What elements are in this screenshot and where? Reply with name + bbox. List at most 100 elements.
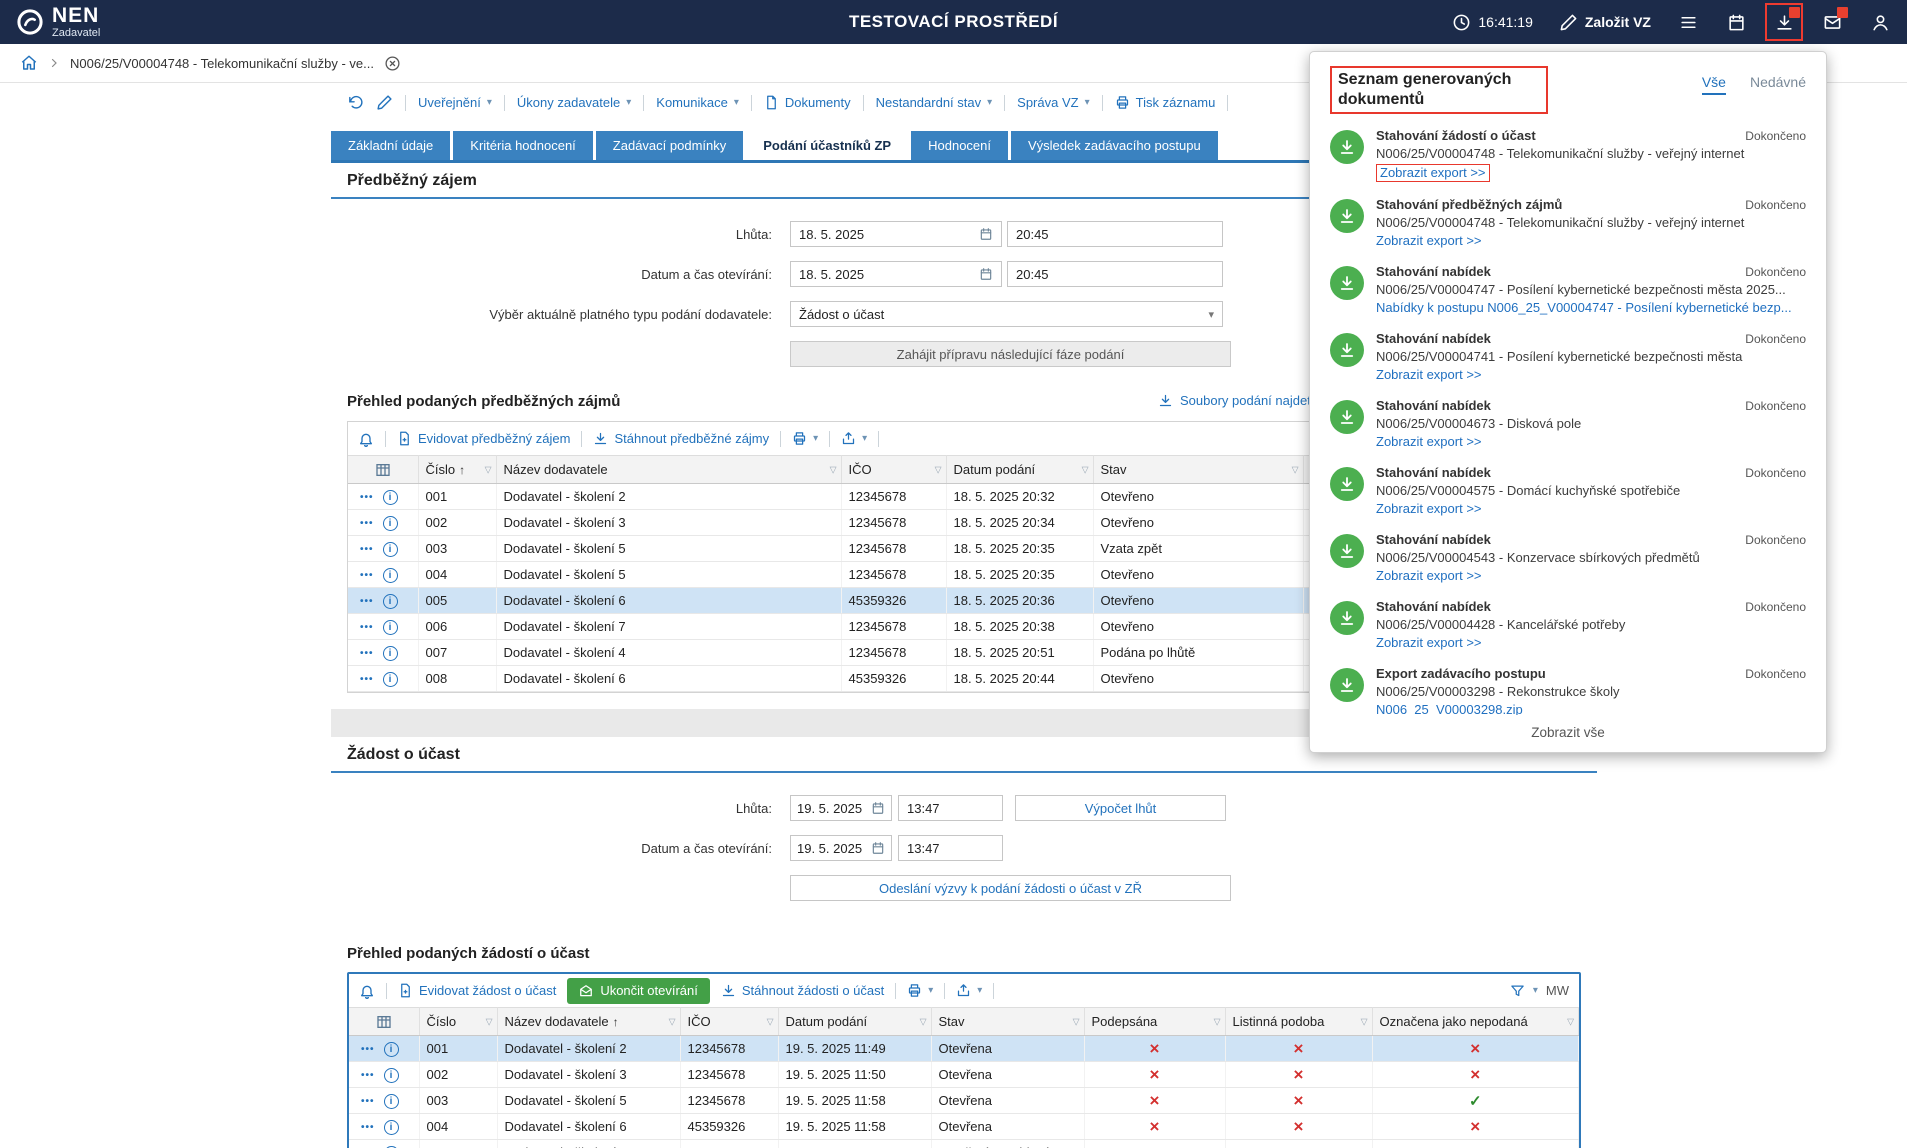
column-header-stav[interactable]: Stav xyxy=(1093,456,1303,484)
document-link[interactable]: Zobrazit export >> xyxy=(1376,501,1482,517)
filter-icon[interactable] xyxy=(920,1016,927,1027)
column-header-datum[interactable]: Datum podání xyxy=(946,456,1093,484)
zadost-open-date-field[interactable]: 19. 5. 2025 xyxy=(790,835,892,861)
info-icon[interactable] xyxy=(383,646,398,661)
generated-document-item[interactable]: Stahování nabídek Dokončeno N006/25/V000… xyxy=(1330,593,1806,660)
calendar-icon[interactable] xyxy=(871,841,885,855)
table-row[interactable]: 005 Dodavatel - školení 6 45359326 19. 5… xyxy=(349,1140,1579,1148)
generated-document-item[interactable]: Stahování nabídek Dokončeno N006/25/V000… xyxy=(1330,325,1806,392)
generated-document-item[interactable]: Export zadávacího postupu Dokončeno N006… xyxy=(1330,660,1806,715)
menu-sprava-vz[interactable]: Správa VZ xyxy=(1017,95,1089,110)
filter-icon[interactable] xyxy=(1073,1016,1080,1027)
document-link[interactable]: Zobrazit export >> xyxy=(1376,568,1482,584)
row-menu-icon[interactable] xyxy=(360,544,374,555)
calendar-icon[interactable] xyxy=(871,801,885,815)
row-menu-icon[interactable] xyxy=(361,1044,375,1055)
vypocet-lhut-button[interactable]: Výpočet lhůt xyxy=(1015,795,1226,821)
filter-icon[interactable] xyxy=(1567,1016,1574,1027)
generated-document-item[interactable]: Stahování nabídek Dokončeno N006/25/V000… xyxy=(1330,392,1806,459)
row-menu-icon[interactable] xyxy=(360,648,374,659)
info-icon[interactable] xyxy=(383,594,398,609)
filter-icon[interactable] xyxy=(1292,464,1299,475)
column-settings-header[interactable] xyxy=(348,456,418,484)
table-row[interactable]: 002 Dodavatel - školení 3 12345678 19. 5… xyxy=(349,1062,1579,1088)
document-link[interactable]: Zobrazit export >> xyxy=(1376,434,1482,450)
document-link[interactable]: N006_25_V00003298.zip xyxy=(1376,702,1523,715)
filter-preset-label[interactable]: MW xyxy=(1546,983,1569,998)
column-header-cislo[interactable]: Číslo xyxy=(418,456,496,484)
filter-icon[interactable] xyxy=(485,464,492,475)
info-icon[interactable] xyxy=(383,490,398,505)
tab[interactable]: Základní údaje xyxy=(331,131,450,160)
filter-icon[interactable] xyxy=(1082,464,1089,475)
row-menu-icon[interactable] xyxy=(360,622,374,633)
document-link[interactable]: Zobrazit export >> xyxy=(1376,233,1482,249)
filter-funnel-icon[interactable] xyxy=(1510,983,1525,998)
close-record-icon[interactable] xyxy=(384,55,401,72)
stahnout-zadosti-button[interactable]: Stáhnout žádosti o účast xyxy=(721,983,884,998)
typ-podani-select[interactable]: Žádost o účast ▾ xyxy=(790,301,1223,327)
column-header-ico[interactable]: IČO xyxy=(841,456,946,484)
column-settings-header[interactable] xyxy=(349,1008,419,1036)
filter-icon[interactable] xyxy=(1361,1016,1368,1027)
nen-logo[interactable]: NEN Zadavatel xyxy=(16,5,100,39)
profile-button[interactable] xyxy=(1869,11,1891,33)
column-header-nazev[interactable]: Název dodavatele xyxy=(497,1008,680,1036)
document-link[interactable]: Zobrazit export >> xyxy=(1376,367,1482,383)
menu-nestandardni-stav[interactable]: Nestandardní stav xyxy=(876,95,993,110)
document-link[interactable]: Zobrazit export >> xyxy=(1376,635,1482,651)
info-icon[interactable] xyxy=(383,672,398,687)
evidovat-zadost-button[interactable]: Evidovat žádost o účast xyxy=(398,983,556,998)
info-icon[interactable] xyxy=(383,542,398,557)
show-all-link[interactable]: Zobrazit vše xyxy=(1310,715,1826,752)
column-header-stav[interactable]: Stav xyxy=(931,1008,1084,1036)
history-icon[interactable] xyxy=(347,94,364,111)
zadost-lhuta-time-field[interactable]: 13:47 xyxy=(898,795,1003,821)
calendar-button[interactable] xyxy=(1725,11,1747,33)
menu-ukony-zadavatele[interactable]: Úkony zadavatele xyxy=(517,95,631,110)
menu-button[interactable] xyxy=(1677,11,1699,33)
column-header-listinna[interactable]: Listinná podoba xyxy=(1225,1008,1372,1036)
row-menu-icon[interactable] xyxy=(361,1122,375,1133)
zahajit-faze-button[interactable]: Zahájit přípravu následující fáze podání xyxy=(790,341,1231,367)
chevron-down-icon[interactable] xyxy=(1533,985,1538,996)
messages-button[interactable] xyxy=(1821,11,1843,33)
zadost-lhuta-date-field[interactable]: 19. 5. 2025 xyxy=(790,795,892,821)
evidovat-predbezny-button[interactable]: Evidovat předběžný zájem xyxy=(397,431,570,446)
export-grid-button[interactable] xyxy=(841,431,867,446)
row-menu-icon[interactable] xyxy=(360,570,374,581)
generated-document-item[interactable]: Stahování nabídek Dokončeno N006/25/V000… xyxy=(1330,258,1806,325)
breadcrumb-item[interactable]: N006/25/V00004748 - Telekomunikační služ… xyxy=(70,56,374,71)
row-menu-icon[interactable] xyxy=(360,492,374,503)
column-header-nazev[interactable]: Název dodavatele xyxy=(496,456,841,484)
export-grid-button[interactable] xyxy=(956,983,982,998)
info-icon[interactable] xyxy=(384,1068,399,1083)
panel-tab-all[interactable]: Vše xyxy=(1702,74,1726,95)
filter-icon[interactable] xyxy=(486,1016,493,1027)
tab[interactable]: Hodnocení xyxy=(911,131,1008,160)
row-menu-icon[interactable] xyxy=(361,1096,375,1107)
column-header-nepodana[interactable]: Označena jako nepodaná xyxy=(1372,1008,1579,1036)
filter-icon[interactable] xyxy=(935,464,942,475)
menu-komunikace[interactable]: Komunikace xyxy=(656,95,739,110)
home-icon[interactable] xyxy=(20,54,38,72)
soubory-podani-link[interactable]: Soubory podání najdete xyxy=(1158,393,1318,408)
filter-icon[interactable] xyxy=(830,464,837,475)
document-link[interactable]: Zobrazit export >> xyxy=(1376,164,1490,182)
menu-dokumenty[interactable]: Dokumenty xyxy=(764,95,851,110)
document-link[interactable]: Nabídky k postupu N006_25_V00004747 - Po… xyxy=(1376,300,1792,316)
panel-tab-recent[interactable]: Nedávné xyxy=(1750,74,1806,95)
ukoncit-oteviranie-button[interactable]: Ukončit otevírání xyxy=(567,978,710,1004)
calendar-icon[interactable] xyxy=(979,267,993,281)
row-menu-icon[interactable] xyxy=(361,1070,375,1081)
generated-document-item[interactable]: Stahování předběžných zájmů Dokončeno N0… xyxy=(1330,191,1806,258)
open-date-field[interactable]: 18. 5. 2025 xyxy=(790,261,1002,287)
row-menu-icon[interactable] xyxy=(360,596,374,607)
tab[interactable]: Výsledek zadávacího postupu xyxy=(1011,131,1218,160)
bell-icon[interactable] xyxy=(358,431,374,447)
generated-document-item[interactable]: Stahování nabídek Dokončeno N006/25/V000… xyxy=(1330,526,1806,593)
table-row[interactable]: 001 Dodavatel - školení 2 12345678 19. 5… xyxy=(349,1036,1579,1062)
row-menu-icon[interactable] xyxy=(360,674,374,685)
menu-uverejneni[interactable]: Uveřejnění xyxy=(418,95,492,110)
tab[interactable]: Zadávací podmínky xyxy=(596,131,743,160)
